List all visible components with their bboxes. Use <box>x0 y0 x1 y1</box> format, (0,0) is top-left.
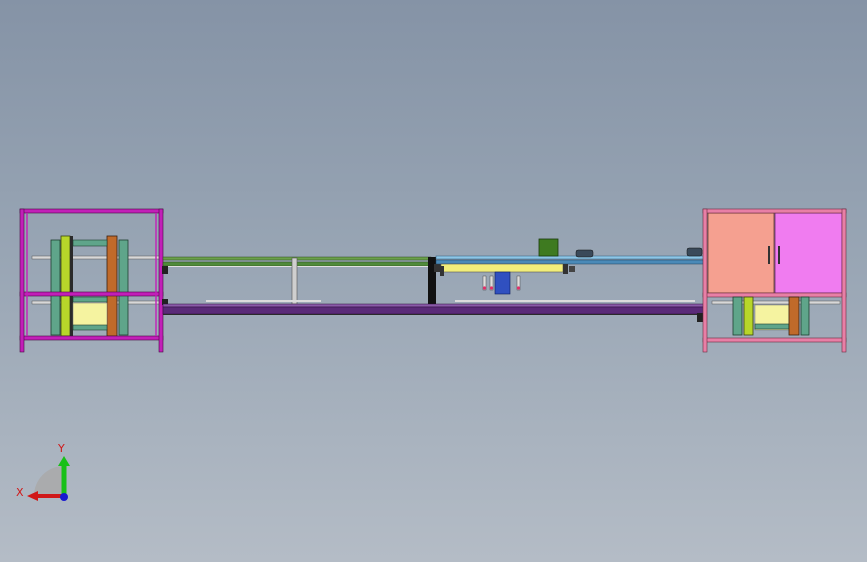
left-frame-leg-l <box>19 208 25 353</box>
left-roller-teal-1 <box>50 239 61 336</box>
left-frame-inner-l <box>26 213 28 336</box>
left-frame-mid <box>19 291 164 297</box>
base-beam-highlight <box>163 314 704 315</box>
machine-assembly[interactable] <box>0 0 867 562</box>
triad-plane-wedge <box>34 466 64 496</box>
right-frame-top <box>702 208 847 214</box>
cad-viewport[interactable]: Y X <box>0 0 867 562</box>
left-frame-top <box>19 208 164 214</box>
rail-cylinder-2 <box>686 247 703 257</box>
right-shaft-low <box>754 323 790 330</box>
door-handle-right[interactable] <box>778 246 780 264</box>
rail-support-post <box>291 257 298 305</box>
right-plate-lime <box>743 296 754 336</box>
right-roller-teal-1 <box>732 296 743 336</box>
left-rail-bracket-1 <box>162 266 168 274</box>
gripper-tip-2 <box>489 286 494 290</box>
base-plate-left <box>206 300 321 302</box>
rail-clip-1 <box>569 266 575 272</box>
right-frame-low <box>702 337 847 343</box>
right-frame-mid <box>702 292 847 298</box>
left-roller-teal-2 <box>118 239 129 336</box>
left-shaft-low <box>72 324 108 331</box>
right-station[interactable] <box>702 208 847 353</box>
gripper-body <box>494 271 511 295</box>
right-shelf-bottom <box>711 300 841 305</box>
conveyor-section[interactable] <box>162 238 705 322</box>
triad-graphic <box>27 456 70 501</box>
cabinet-door-right[interactable] <box>774 212 843 294</box>
cabinet-door-left[interactable] <box>707 212 775 294</box>
carriage-bracket-r <box>563 264 568 274</box>
left-frame-leg-r <box>158 208 164 353</box>
x-axis-arrow <box>27 491 38 501</box>
gripper-tip-3 <box>516 286 521 290</box>
door-handle-left[interactable] <box>768 246 770 264</box>
carriage-bracket-l <box>440 266 444 276</box>
left-shaft-top <box>72 239 108 247</box>
base-beam <box>162 306 705 315</box>
gripper-tip-1 <box>482 286 487 290</box>
rail-cylinder-1 <box>575 249 594 258</box>
left-station[interactable] <box>19 208 164 353</box>
carriage-plate <box>440 263 564 273</box>
left-plate-lime-edge <box>70 236 73 336</box>
y-axis-label: Y <box>58 442 65 455</box>
x-axis-label: X <box>16 486 24 499</box>
base-plate-right <box>455 300 695 302</box>
blue-rail-lower <box>435 259 705 265</box>
right-frame-leg-r <box>841 208 847 353</box>
blue-rail-upper <box>435 255 705 260</box>
left-frame-low <box>19 335 164 341</box>
left-frame-inner-r <box>155 213 157 336</box>
left-plate-lime <box>60 235 71 337</box>
right-frame-leg-l <box>702 208 708 353</box>
left-shaft-mid <box>72 296 108 303</box>
motor-box <box>538 238 559 257</box>
right-roller-teal-2 <box>800 296 810 336</box>
right-plate-orange <box>788 296 800 336</box>
coordinate-triad-icon: Y X <box>10 440 80 510</box>
z-axis-dot <box>60 493 68 501</box>
base-beam-top <box>162 303 705 308</box>
y-axis-arrow <box>58 456 70 466</box>
left-plate-orange <box>106 235 118 337</box>
